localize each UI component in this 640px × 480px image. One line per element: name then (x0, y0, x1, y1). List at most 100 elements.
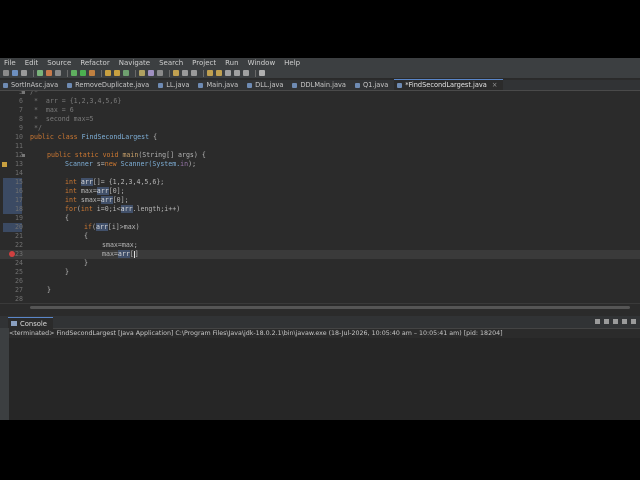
back-icon[interactable] (234, 70, 240, 76)
fold-icon[interactable] (22, 154, 25, 157)
forward-icon[interactable] (243, 70, 249, 76)
pin-console-icon[interactable] (631, 319, 636, 324)
line-number: 20 (15, 223, 23, 231)
code-line: 14 (0, 169, 640, 178)
save-icon[interactable] (12, 70, 18, 76)
menu-window[interactable]: Window (244, 59, 281, 67)
run-icon[interactable] (80, 70, 86, 76)
line-number: 11 (15, 142, 23, 150)
toggle-mark-icon[interactable] (173, 70, 179, 76)
menu-navigate[interactable]: Navigate (115, 59, 155, 67)
external-tools-icon[interactable] (89, 70, 95, 76)
line-number: 8 (19, 115, 23, 123)
new-java-project-icon[interactable] (105, 70, 111, 76)
console-status-line: <terminated> FindSecondLargest [Java App… (9, 330, 503, 337)
open-task-icon[interactable] (157, 70, 163, 76)
pin-editor-icon[interactable] (259, 70, 265, 76)
code-text: (String[] args) { (138, 151, 206, 159)
line-number: 18 (15, 205, 23, 213)
line-number: 6 (19, 97, 23, 105)
code-text: { (149, 133, 158, 141)
code-editor[interactable]: 5/* 6 * arr = {1,2,3,4,5,6} 7 * max = 6 … (0, 91, 640, 303)
open-type-icon[interactable] (139, 70, 145, 76)
line-number: 15 (15, 178, 23, 186)
last-edit-icon[interactable] (225, 70, 231, 76)
menu-edit[interactable]: Edit (21, 59, 44, 67)
scroll-lock-icon[interactable] (622, 319, 627, 324)
tab-ll[interactable]: LL.java (155, 80, 195, 90)
editor-horizontal-scrollbar[interactable] (0, 303, 640, 311)
code-text: */ (30, 124, 42, 132)
skip-breakpoints-icon[interactable] (46, 70, 52, 76)
code-text: ); (188, 160, 197, 168)
terminal-icon[interactable] (55, 70, 61, 76)
code-line: 12 public static void main(String[] args)… (0, 151, 640, 160)
tab-q1[interactable]: Q1.java (352, 80, 394, 90)
whitespace-icon[interactable] (191, 70, 197, 76)
scrollbar-thumb[interactable] (30, 306, 630, 309)
search-icon[interactable] (148, 70, 154, 76)
tab-remove-duplicate[interactable]: RemoveDuplicate.java (64, 80, 155, 90)
code-line: 28 (0, 295, 640, 303)
terminate-icon[interactable] (595, 319, 600, 324)
tab-find-second-largest[interactable]: *FindSecondLargest.java × (394, 79, 504, 90)
new-package-icon[interactable] (114, 70, 120, 76)
menu-help[interactable]: Help (280, 59, 305, 67)
run-debug-icon[interactable] (71, 70, 77, 76)
code-text: * arr = {1,2,3,4,5,6} (30, 97, 122, 105)
method-name: main (122, 151, 139, 159)
tab-sort-in-asc[interactable]: SortInAsc.java (0, 80, 64, 90)
toolbar-separator (33, 69, 34, 77)
warning-icon[interactable] (2, 162, 7, 167)
keyword: int (65, 196, 81, 204)
code-text: arr (95, 223, 108, 231)
close-tab-icon[interactable]: × (492, 81, 498, 89)
tab-dll[interactable]: DLL.java (244, 80, 289, 90)
tab-label: DLL.java (255, 81, 284, 89)
next-annotation-icon[interactable] (207, 70, 213, 76)
menu-run[interactable]: Run (221, 59, 243, 67)
save-all-icon[interactable] (21, 70, 27, 76)
tab-label: DDLMain.java (300, 81, 346, 89)
remove-launch-icon[interactable] (604, 319, 609, 324)
menu-file[interactable]: File (0, 59, 21, 67)
code-line: 10 public class FindSecondLargest { (0, 133, 640, 142)
code-line: 8 * second max=5 (0, 115, 640, 124)
code-line: 19 { (0, 214, 640, 223)
menu-project[interactable]: Project (188, 59, 221, 67)
keyword: public static void (47, 151, 123, 159)
current-code-line: 23 max=arr[] (0, 250, 640, 259)
line-number: 26 (15, 277, 23, 285)
toolbar-separator (67, 69, 68, 77)
console-output[interactable] (9, 338, 640, 420)
code-line: 17 int smax=arr[0]; (0, 196, 640, 205)
code-text: []= {1,2,3,4,5,6}; (92, 178, 165, 186)
tab-label: Main.java (206, 81, 239, 89)
menu-refactor[interactable]: Refactor (76, 59, 114, 67)
toolbar-separator (135, 69, 136, 77)
java-file-icon (158, 82, 164, 88)
error-icon[interactable] (9, 251, 15, 257)
code-text: arr (120, 205, 133, 213)
menu-search[interactable]: Search (155, 59, 188, 67)
new-icon[interactable] (3, 70, 9, 76)
toolbar-separator (169, 69, 170, 77)
tab-main[interactable]: Main.java (195, 80, 244, 90)
java-file-icon (67, 82, 73, 88)
code-text: smax=max; (102, 241, 138, 249)
menu-source[interactable]: Source (43, 59, 76, 67)
tab-label: RemoveDuplicate.java (75, 81, 150, 89)
debug-icon[interactable] (37, 70, 43, 76)
clear-console-icon[interactable] (613, 319, 618, 324)
new-class-icon[interactable] (123, 70, 129, 76)
code-text: * second max=5 (30, 115, 94, 123)
java-file-icon (397, 82, 403, 88)
toggle-block-icon[interactable] (182, 70, 188, 76)
tab-console[interactable]: Console (8, 317, 53, 329)
previous-annotation-icon[interactable] (216, 70, 222, 76)
code-line: 7 * max = 6 (0, 106, 640, 115)
tab-ddl-main[interactable]: DDLMain.java (289, 80, 351, 90)
line-number: 28 (15, 295, 23, 303)
fold-icon[interactable] (22, 91, 25, 94)
console-view: Console <terminated> FindSecondLargest [… (0, 316, 640, 420)
